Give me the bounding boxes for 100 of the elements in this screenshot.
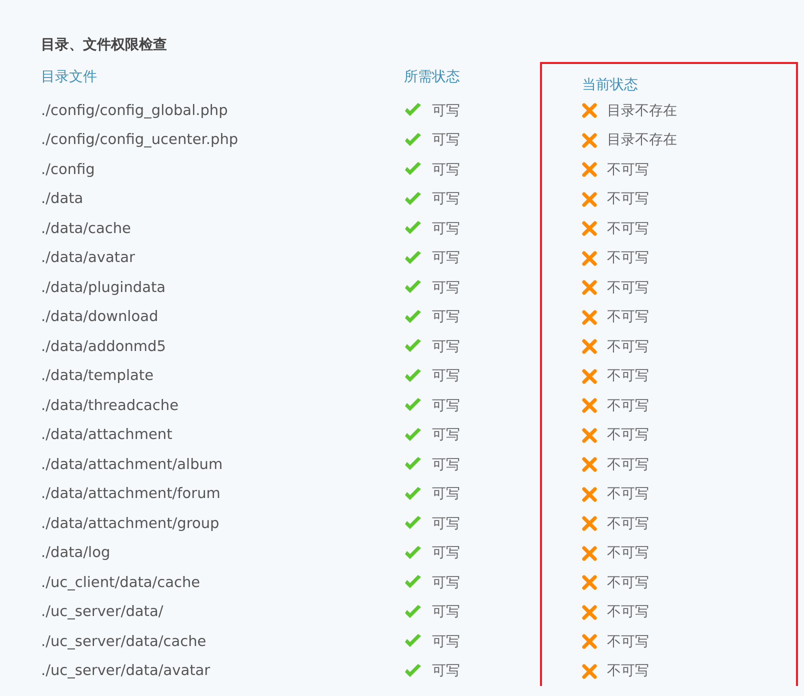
cross-icon bbox=[582, 280, 597, 296]
path-cell-text: ./uc_server/data/avatar bbox=[41, 662, 212, 682]
status-label: 可写 bbox=[404, 160, 460, 179]
status-label: 不可写 bbox=[582, 308, 649, 326]
status-label: 可写 bbox=[404, 514, 460, 533]
check-icon bbox=[404, 664, 422, 679]
status-label: 不可写 bbox=[582, 190, 649, 208]
cross-icon bbox=[582, 162, 597, 178]
check-icon bbox=[404, 486, 422, 502]
check-icon bbox=[404, 398, 422, 414]
status-label: 可写 bbox=[404, 544, 460, 562]
cross-icon bbox=[582, 339, 597, 354]
check-icon bbox=[404, 221, 422, 236]
check-icon bbox=[404, 132, 422, 148]
path-cell-text: ./config bbox=[41, 160, 96, 180]
status-label: 可写 bbox=[404, 632, 460, 651]
path-cell-text: ./data/avatar bbox=[41, 249, 136, 268]
check-icon bbox=[404, 634, 422, 650]
status-label: 不可写 bbox=[582, 160, 649, 179]
path-cell-text: ./data/threadcache bbox=[41, 396, 180, 416]
check-icon bbox=[404, 103, 422, 118]
path-cell-text: ./data/attachment/album bbox=[41, 456, 224, 475]
status-label: 不可写 bbox=[582, 396, 649, 415]
status-label: 不可写 bbox=[582, 485, 649, 504]
status-label: 可写 bbox=[404, 338, 460, 356]
path-cell-text: ./data/template bbox=[41, 367, 154, 386]
cross-icon bbox=[582, 457, 597, 472]
path-cell-text: ./data/addonmd5 bbox=[41, 338, 167, 357]
status-label: 不可写 bbox=[582, 574, 649, 592]
column-header: 当前状态 bbox=[540, 62, 798, 96]
status-label: 不可写 bbox=[582, 603, 649, 622]
status-label: 目录不存在 bbox=[582, 131, 677, 150]
status-label: 不可写 bbox=[582, 632, 649, 651]
path-cell-text: ./data/download bbox=[41, 308, 160, 328]
status-label: 可写 bbox=[404, 220, 460, 238]
status-label: 不可写 bbox=[582, 220, 649, 238]
check-icon bbox=[404, 428, 422, 443]
path-cell-text: ./data/attachment/forum bbox=[41, 485, 222, 504]
cross-icon bbox=[582, 250, 597, 266]
status-label: 可写 bbox=[404, 396, 460, 415]
cross-icon bbox=[582, 664, 597, 679]
status-label: 不可写 bbox=[582, 662, 649, 680]
check-icon bbox=[404, 546, 422, 561]
column-header: 所需状态 bbox=[404, 68, 461, 86]
status-label: 可写 bbox=[404, 603, 460, 622]
status-label: 可写 bbox=[404, 662, 460, 680]
cross-icon bbox=[582, 368, 597, 384]
status-label: 不可写 bbox=[582, 249, 649, 268]
cross-icon bbox=[582, 221, 597, 236]
check-icon bbox=[404, 575, 422, 590]
cross-icon bbox=[582, 310, 597, 325]
status-label: 可写 bbox=[404, 485, 460, 504]
status-label: 可写 bbox=[404, 278, 460, 297]
status-label: 可写 bbox=[404, 190, 460, 208]
path-cell-text: ./uc_server/data/cache bbox=[41, 632, 208, 652]
check-icon bbox=[404, 250, 422, 266]
status-label: 可写 bbox=[404, 367, 460, 386]
cross-icon bbox=[582, 132, 597, 148]
status-label: 可写 bbox=[404, 102, 460, 120]
check-icon bbox=[404, 280, 422, 296]
cross-icon bbox=[582, 604, 597, 620]
section-title: 目录、文件权限检查 bbox=[41, 36, 168, 54]
status-label: 不可写 bbox=[582, 544, 649, 562]
status-label: 不可写 bbox=[582, 367, 649, 386]
check-icon bbox=[404, 604, 422, 620]
status-label: 不可写 bbox=[582, 456, 649, 474]
cross-icon bbox=[582, 103, 597, 118]
path-cell-text: ./uc_client/data/cache bbox=[41, 574, 202, 593]
check-icon bbox=[404, 162, 422, 178]
cross-icon bbox=[582, 546, 597, 561]
check-icon bbox=[404, 339, 422, 354]
status-label: 可写 bbox=[404, 131, 460, 150]
path-cell-text: ./data bbox=[41, 190, 84, 210]
status-label: 可写 bbox=[404, 249, 460, 268]
path-cell-text: ./data/log bbox=[41, 544, 112, 564]
status-label: 可写 bbox=[404, 574, 460, 592]
cross-icon bbox=[582, 634, 597, 650]
cross-icon bbox=[582, 192, 597, 207]
status-label: 可写 bbox=[404, 308, 460, 326]
cross-icon bbox=[582, 575, 597, 590]
cross-icon bbox=[582, 486, 597, 502]
cross-icon bbox=[582, 398, 597, 414]
cross-icon bbox=[582, 516, 597, 532]
status-label: 不可写 bbox=[582, 338, 649, 356]
path-cell-text: ./uc_server/data/ bbox=[41, 603, 164, 622]
path-cell-text: ./data/cache bbox=[41, 220, 132, 239]
check-icon bbox=[404, 310, 422, 325]
check-icon bbox=[404, 192, 422, 207]
path-cell-text: ./data/plugindata bbox=[41, 278, 167, 298]
path-cell-text: ./data/attachment bbox=[41, 426, 174, 446]
column-header: 目录文件 bbox=[41, 68, 98, 86]
status-label: 可写 bbox=[404, 456, 460, 474]
path-cell-text: ./data/attachment/group bbox=[41, 514, 220, 534]
path-cell-text: ./config/config_ucenter.php bbox=[41, 131, 240, 150]
check-icon bbox=[404, 368, 422, 384]
check-icon bbox=[404, 516, 422, 532]
status-label: 不可写 bbox=[582, 426, 649, 444]
status-label: 不可写 bbox=[582, 278, 649, 297]
cross-icon bbox=[582, 428, 597, 443]
status-label: 不可写 bbox=[582, 514, 649, 533]
